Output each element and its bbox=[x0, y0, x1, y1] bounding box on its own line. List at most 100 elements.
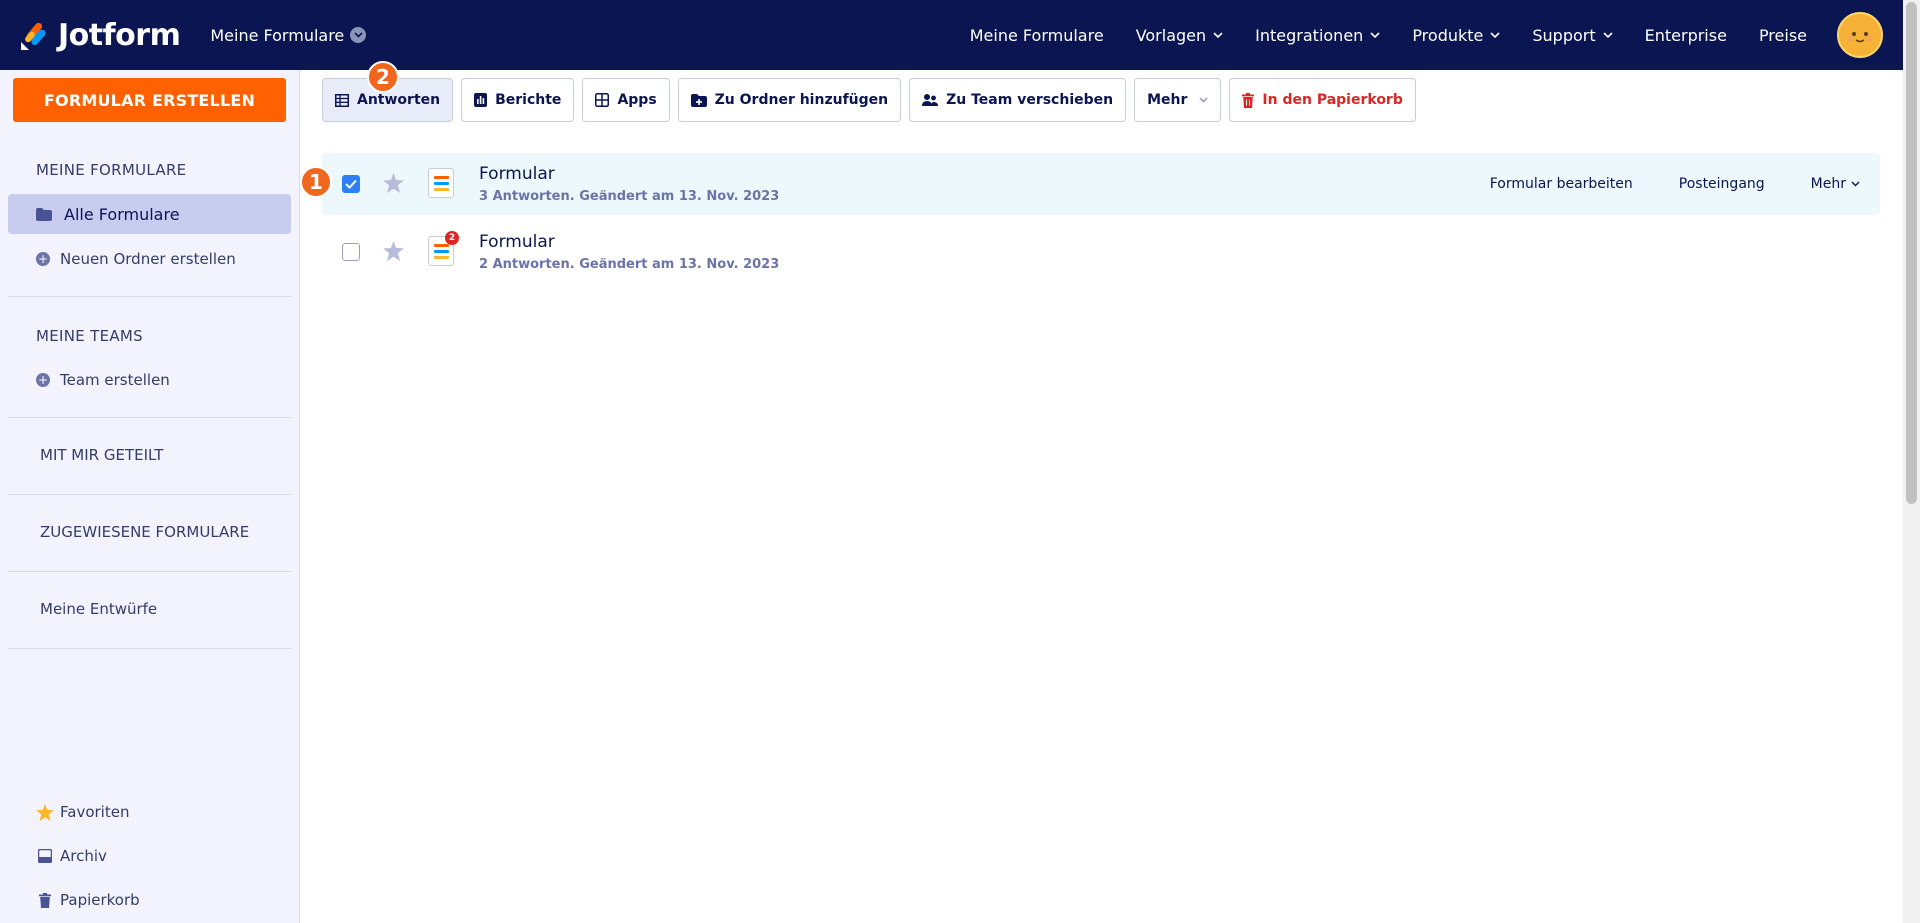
divider bbox=[8, 648, 291, 649]
nav-label: Produkte bbox=[1412, 25, 1484, 45]
nav-meine-formulare[interactable]: Meine Formulare bbox=[970, 26, 1104, 45]
nav-label: Support bbox=[1532, 25, 1596, 45]
nav-vorlagen[interactable]: Vorlagen bbox=[1136, 26, 1223, 45]
folder-plus-icon bbox=[690, 93, 707, 107]
responses-button-label: Antworten bbox=[357, 92, 441, 108]
create-team-link[interactable]: + Team erstellen bbox=[36, 371, 170, 389]
nav-label: Meine Formulare bbox=[969, 25, 1104, 45]
chevron-down-icon bbox=[1199, 97, 1208, 103]
sidebar-item-label: Team erstellen bbox=[60, 371, 170, 389]
step-marker-1: 1 bbox=[300, 166, 332, 198]
form-title[interactable]: Formular bbox=[479, 232, 555, 252]
inbox-link[interactable]: Posteingang bbox=[1679, 176, 1765, 192]
avatar-face-icon bbox=[1847, 32, 1873, 43]
nav-label: Preise bbox=[1758, 25, 1807, 45]
favorite-star-icon[interactable] bbox=[383, 173, 404, 197]
jotform-logo-icon bbox=[21, 22, 46, 50]
sidebar-item-label: Archiv bbox=[60, 847, 107, 865]
move-to-trash-button-label: In den Papierkorb bbox=[1262, 92, 1403, 108]
more-actions-label: Mehr bbox=[1147, 92, 1188, 108]
chevron-down-icon bbox=[1490, 32, 1500, 38]
sidebar-item-assigned-forms[interactable]: ZUGEWIESENE FORMULARE bbox=[40, 523, 249, 541]
archive-icon bbox=[36, 849, 54, 863]
scrollbar-thumb[interactable] bbox=[1906, 2, 1917, 504]
sidebar-item-label: Papierkorb bbox=[60, 891, 140, 909]
table-icon bbox=[335, 93, 349, 107]
trash-icon bbox=[36, 892, 54, 908]
move-to-team-button-label: Zu Team verschieben bbox=[946, 92, 1114, 108]
reports-button[interactable]: Berichte bbox=[461, 78, 575, 122]
trash-icon bbox=[1242, 92, 1255, 108]
create-folder-link[interactable]: + Neuen Ordner erstellen bbox=[36, 250, 236, 268]
section-title-my-forms: MEINE FORMULARE bbox=[36, 161, 187, 179]
section-title-my-teams: MEINE TEAMS bbox=[36, 327, 143, 345]
nav-label: Vorlagen bbox=[1135, 25, 1207, 45]
apps-button[interactable]: Apps bbox=[582, 78, 670, 122]
apps-grid-icon bbox=[595, 93, 610, 107]
nav-support[interactable]: Support bbox=[1532, 25, 1613, 45]
reports-button-label: Berichte bbox=[495, 92, 562, 108]
chevron-down-icon bbox=[1213, 32, 1223, 38]
divider bbox=[8, 296, 291, 297]
sidebar-item-shared-with-me[interactable]: MIT MIR GETEILT bbox=[40, 446, 163, 464]
sidebar: FORMULAR ERSTELLEN MEINE FORMULARE Alle … bbox=[0, 70, 300, 923]
sidebar-item-archive[interactable]: Archiv bbox=[36, 847, 107, 865]
move-to-trash-button[interactable]: In den Papierkorb bbox=[1229, 78, 1416, 122]
chevron-down-icon bbox=[1851, 181, 1860, 187]
nav-enterprise[interactable]: Enterprise bbox=[1645, 26, 1727, 45]
sidebar-item-all-forms[interactable]: Alle Formulare bbox=[8, 194, 291, 234]
divider bbox=[8, 417, 291, 418]
sidebar-item-my-drafts[interactable]: Meine Entwürfe bbox=[40, 600, 157, 618]
chevron-down-icon bbox=[1603, 32, 1613, 38]
create-form-button[interactable]: FORMULAR ERSTELLEN bbox=[13, 78, 286, 122]
plus-icon: + bbox=[36, 252, 50, 266]
form-meta: 2 Antworten. Geändert am 13. Nov. 2023 bbox=[479, 257, 780, 272]
more-actions-dropdown[interactable]: Mehr bbox=[1134, 78, 1222, 122]
team-icon bbox=[922, 93, 939, 107]
form-type-icon bbox=[428, 168, 454, 198]
folder-icon bbox=[36, 207, 52, 221]
sidebar-item-favorites[interactable]: Favoriten bbox=[36, 803, 129, 821]
row-more-dropdown[interactable]: Mehr bbox=[1811, 176, 1860, 192]
main-menu: Meine Formulare Vorlagen Integrationen P… bbox=[970, 0, 1883, 70]
form-title[interactable]: Formular bbox=[479, 164, 555, 184]
form-type-icon: 2 bbox=[428, 231, 459, 266]
favorite-star-icon[interactable] bbox=[383, 241, 404, 265]
add-to-folder-button[interactable]: Zu Ordner hinzufügen bbox=[677, 78, 902, 122]
apps-button-label: Apps bbox=[617, 92, 657, 108]
jotform-logo[interactable]: Jotform bbox=[18, 18, 181, 53]
workspace-switcher[interactable]: Meine Formulare bbox=[210, 25, 367, 45]
top-navigation-bar: Jotform Meine Formulare Meine Formulare … bbox=[0, 0, 1903, 70]
nav-produkte[interactable]: Produkte bbox=[1412, 26, 1500, 45]
row-more-label: Mehr bbox=[1810, 176, 1846, 192]
sidebar-item-trash[interactable]: Papierkorb bbox=[36, 891, 140, 909]
sidebar-item-label: Alle Formulare bbox=[64, 204, 180, 224]
nav-integrationen[interactable]: Integrationen bbox=[1255, 26, 1380, 45]
form-select-checkbox[interactable] bbox=[342, 243, 360, 261]
move-to-team-button[interactable]: Zu Team verschieben bbox=[909, 78, 1127, 122]
bar-chart-icon bbox=[474, 93, 488, 107]
form-list-item[interactable]: 2 Formular 2 Antworten. Geändert am 13. … bbox=[322, 221, 1880, 283]
star-icon bbox=[36, 803, 54, 821]
nav-preise[interactable]: Preise bbox=[1759, 26, 1807, 45]
divider bbox=[8, 571, 291, 572]
nav-label: Enterprise bbox=[1644, 25, 1727, 45]
workspace-switcher-label: Meine Formulare bbox=[210, 25, 345, 45]
add-to-folder-button-label: Zu Ordner hinzufügen bbox=[714, 92, 889, 108]
divider bbox=[8, 494, 291, 495]
nav-label: Integrationen bbox=[1255, 25, 1364, 45]
chevron-down-icon bbox=[1370, 32, 1380, 38]
row-actions: Formular bearbeiten Posteingang Mehr bbox=[1490, 153, 1880, 215]
form-list-item[interactable]: Formular 3 Antworten. Geändert am 13. No… bbox=[322, 153, 1880, 215]
chevron-down-icon bbox=[350, 27, 367, 43]
sidebar-item-label: Favoriten bbox=[60, 803, 130, 821]
user-avatar[interactable] bbox=[1837, 12, 1883, 58]
plus-icon: + bbox=[36, 373, 50, 387]
sidebar-item-label: Neuen Ordner erstellen bbox=[60, 250, 236, 268]
edit-form-link[interactable]: Formular bearbeiten bbox=[1490, 176, 1633, 192]
form-select-checkbox[interactable] bbox=[342, 175, 360, 193]
bulk-action-toolbar: Antworten Berichte Apps Zu Ordner hinzuf… bbox=[322, 78, 1424, 122]
page-scrollbar[interactable] bbox=[1903, 0, 1920, 923]
step-marker-2: 2 bbox=[367, 61, 399, 93]
form-meta: 3 Antworten. Geändert am 13. Nov. 2023 bbox=[479, 189, 780, 204]
